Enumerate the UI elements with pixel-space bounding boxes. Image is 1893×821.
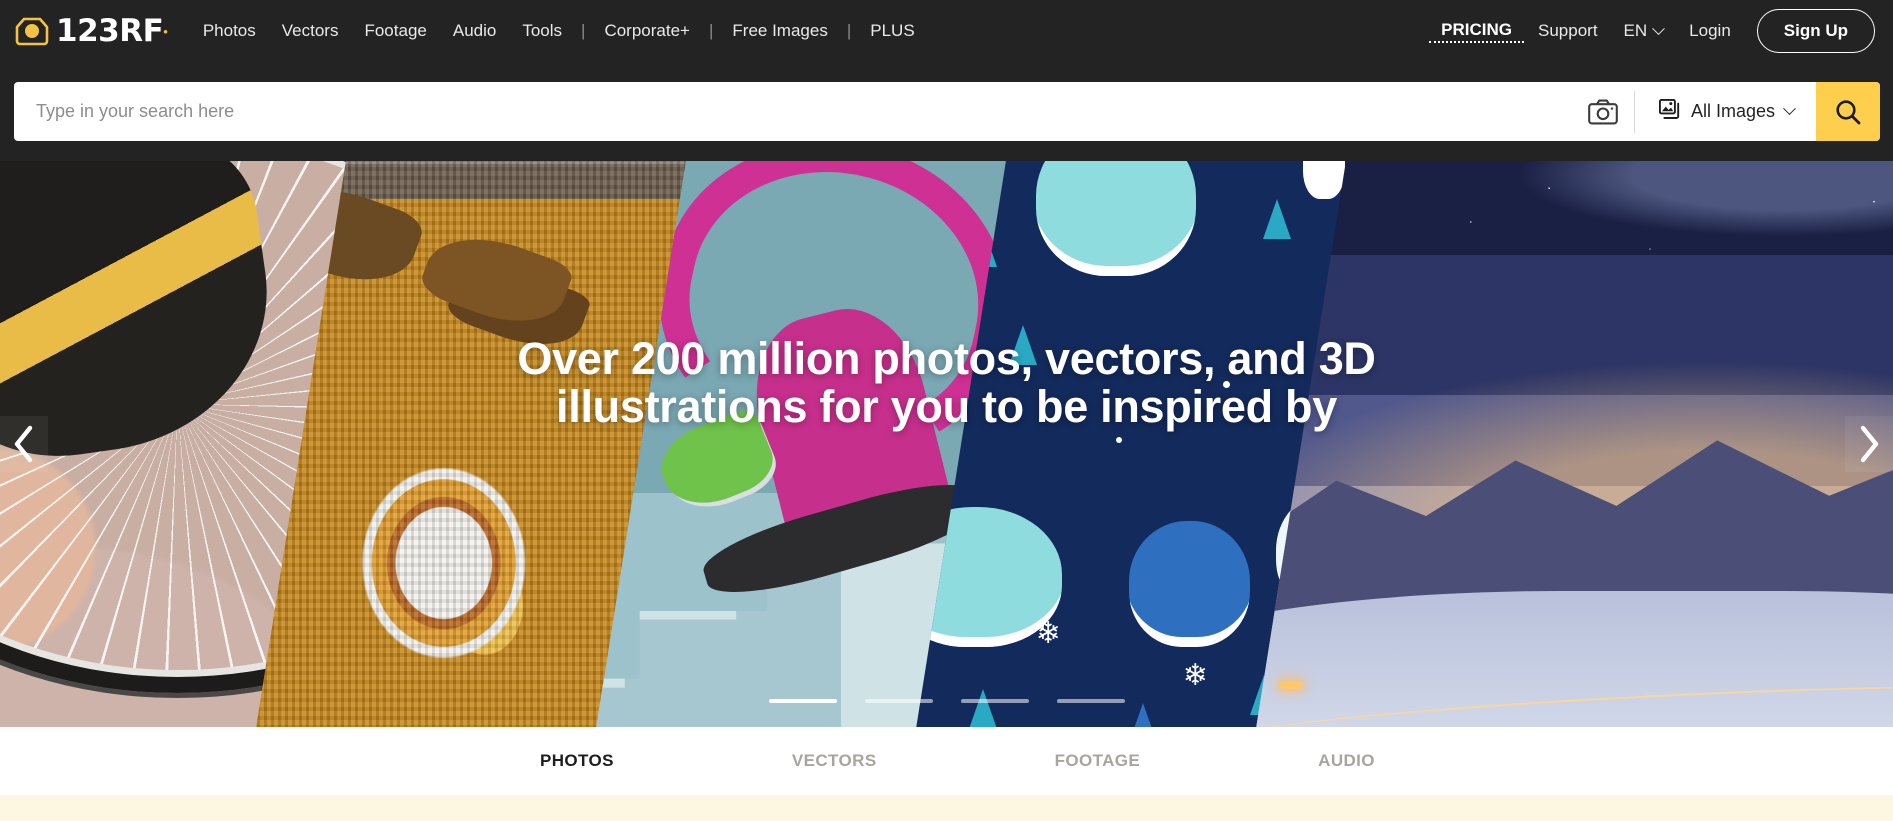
site-logo[interactable]: 123RF • xyxy=(14,11,168,51)
camera-logo-icon xyxy=(14,16,50,46)
nav-separator: | xyxy=(581,21,586,40)
nav-item-corporate[interactable]: Corporate+ xyxy=(591,21,703,41)
hero-panel-snow-mountain-night-photo[interactable] xyxy=(1244,161,1893,727)
search-type-label: All Images xyxy=(1690,101,1775,121)
tab-footage[interactable]: FOOTAGE xyxy=(1055,751,1141,771)
search-input[interactable] xyxy=(14,82,1572,141)
camera-search-icon[interactable] xyxy=(1572,82,1634,141)
carousel-indicator-3[interactable] xyxy=(960,699,1029,703)
top-navigation-bar: 123RF • Photos Vectors Footage Audio Too… xyxy=(0,0,1893,62)
nav-separator: | xyxy=(708,21,714,40)
nav-item-login[interactable]: Login xyxy=(1675,21,1745,41)
nav-item-pricing[interactable]: PRICING xyxy=(1429,20,1524,43)
nav-item-plus[interactable]: PLUS xyxy=(857,21,927,41)
nav-item-support[interactable]: Support xyxy=(1524,21,1612,41)
nav-item-free-images[interactable]: Free Images xyxy=(719,21,840,41)
nav-item-tools[interactable]: Tools xyxy=(509,21,575,41)
nav-item-audio[interactable]: Audio xyxy=(440,21,509,41)
chevron-right-icon xyxy=(1860,425,1879,463)
carousel-indicator-4[interactable] xyxy=(1056,699,1125,703)
language-selector[interactable]: EN xyxy=(1612,21,1676,41)
nav-item-vectors[interactable]: Vectors xyxy=(269,21,352,41)
search-row: All Images xyxy=(0,62,1893,161)
search-icon xyxy=(1836,99,1861,124)
tab-photos[interactable]: PHOTOS xyxy=(540,751,614,771)
tab-audio[interactable]: AUDIO xyxy=(1318,751,1375,771)
carousel-prev-button[interactable] xyxy=(0,416,48,472)
category-tab-bar: PHOTOS VECTORS FOOTAGE AUDIO xyxy=(0,727,1893,795)
sign-up-button[interactable]: Sign Up xyxy=(1756,9,1875,53)
logo-wordmark: 123RF xyxy=(56,12,164,49)
primary-nav-links: Photos Vectors Footage Audio Tools | Cor… xyxy=(190,21,928,41)
language-label: EN xyxy=(1623,21,1648,40)
image-stack-icon xyxy=(1658,98,1681,124)
hero-carousel: ❄ ❄ ❄ ✦ Over 200 million photos, vectors… xyxy=(0,161,1893,727)
logo-trademark: • xyxy=(163,23,168,39)
carousel-indicator-1[interactable] xyxy=(768,699,837,703)
carousel-indicator-2[interactable] xyxy=(864,699,933,703)
search-bar: All Images xyxy=(14,82,1880,141)
account-nav: PRICING Support EN Login Sign Up xyxy=(1429,9,1875,53)
carousel-next-button[interactable] xyxy=(1845,416,1893,472)
tab-vectors[interactable]: VECTORS xyxy=(792,751,877,771)
chevron-down-icon xyxy=(1783,102,1796,116)
page-bottom-strip xyxy=(0,795,1893,821)
nav-item-footage[interactable]: Footage xyxy=(351,21,439,41)
carousel-indicators xyxy=(0,699,1893,703)
chevron-left-icon xyxy=(14,425,33,463)
search-type-dropdown[interactable]: All Images xyxy=(1635,82,1816,141)
chevron-down-icon xyxy=(1652,21,1666,35)
search-submit-button[interactable] xyxy=(1816,82,1880,141)
nav-separator: | xyxy=(846,21,852,40)
nav-item-photos[interactable]: Photos xyxy=(190,21,269,41)
